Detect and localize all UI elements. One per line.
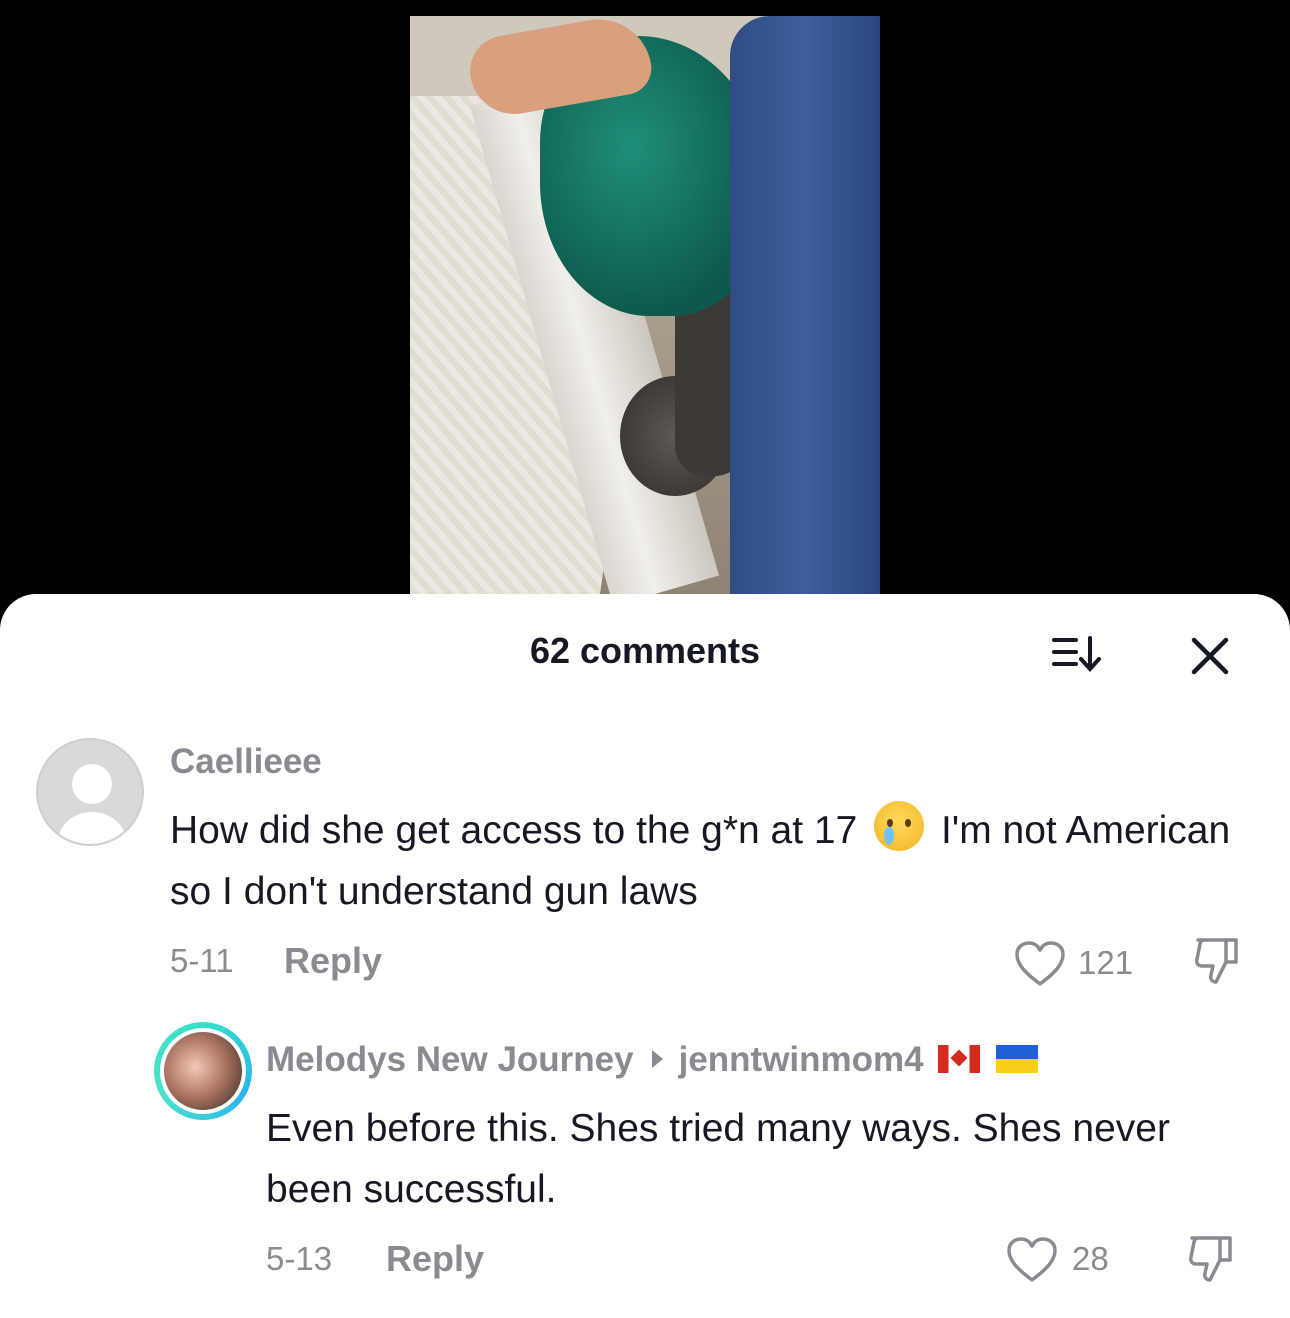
like-count: 28 (1072, 1240, 1109, 1277)
comment-username-line: Melodys New Journey jenntwinmom4 (266, 1040, 1038, 1080)
comment-text: Even before this. Shes tried many ways. … (266, 1107, 1170, 1211)
reply-arrow-icon (651, 1050, 663, 1068)
heart-icon[interactable] (1014, 940, 1066, 988)
comment-text-part: How did she get access to the g*n at 17 (170, 809, 858, 852)
comment-date: 5-13 (266, 1240, 333, 1277)
avatar[interactable] (36, 738, 144, 846)
comment-username[interactable]: Melodys New Journey (266, 1040, 634, 1079)
comment-text: How did she get access to the g*n at 17 … (170, 800, 1250, 922)
avatar (160, 1028, 246, 1114)
video-scrubs (730, 16, 880, 600)
sort-icon[interactable] (1050, 634, 1108, 674)
comment-date: 5-11 (170, 942, 234, 979)
comments-header: 62 comments (0, 594, 1290, 714)
comment-username[interactable]: Caellieee (170, 742, 322, 782)
comments-sheet: 62 comments Caellieee How did she get ac… (0, 594, 1290, 1318)
avatar-story-ring[interactable] (154, 1022, 252, 1120)
video-frame (410, 16, 880, 600)
close-icon[interactable] (1186, 632, 1234, 680)
default-avatar-head (72, 764, 112, 804)
default-avatar-body (58, 812, 126, 844)
heart-icon[interactable] (1006, 1236, 1058, 1284)
reply-button[interactable]: Reply (284, 940, 382, 982)
video-player[interactable] (0, 0, 1290, 600)
reply-to-username[interactable]: jenntwinmom4 (679, 1040, 924, 1079)
canada-flag-icon (937, 1045, 980, 1073)
reply-button[interactable]: Reply (386, 1238, 484, 1280)
thumbs-down-icon[interactable] (1192, 934, 1242, 986)
like-count: 121 (1078, 944, 1134, 981)
ukraine-flag-icon (995, 1045, 1038, 1073)
thumbs-down-icon[interactable] (1186, 1232, 1236, 1284)
crying-face-emoji-icon (874, 801, 925, 851)
